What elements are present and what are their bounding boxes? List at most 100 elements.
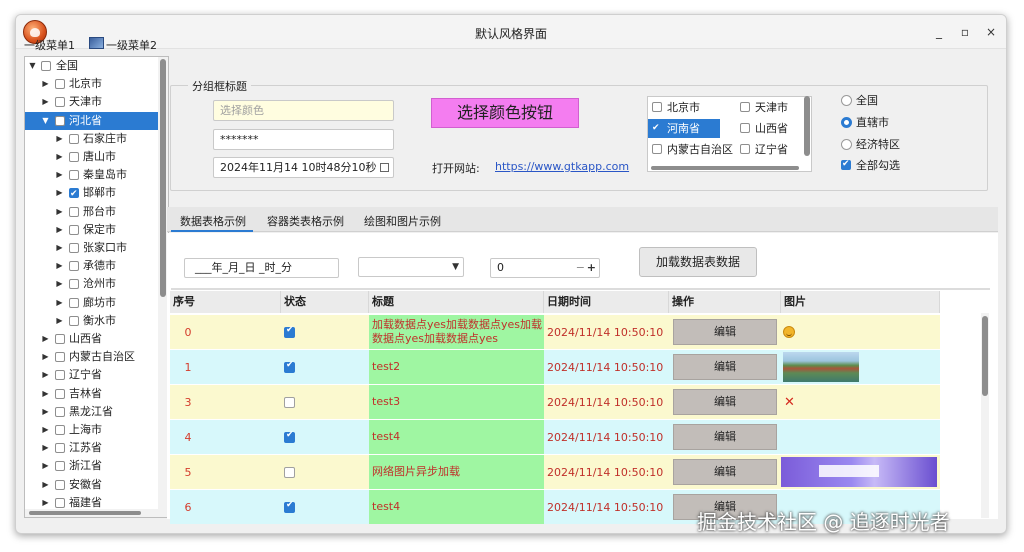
tree-checkbox[interactable] — [55, 370, 65, 381]
select-all-check[interactable] — [841, 157, 851, 171]
tree-checkbox[interactable] — [55, 479, 65, 490]
chevron-right-icon[interactable]: ▶ — [55, 257, 64, 275]
calendar-icon[interactable] — [380, 163, 389, 172]
datetime-field[interactable]: 2024年11月14 10时48分10秒 — [213, 157, 394, 178]
tree-checkbox[interactable] — [55, 497, 65, 508]
radio-button[interactable] — [841, 95, 852, 106]
tree-item[interactable]: ▶ 江苏省 — [25, 439, 158, 457]
tree-checkbox[interactable] — [69, 133, 79, 144]
chevron-right-icon[interactable]: ▶ — [55, 148, 64, 166]
password-field[interactable]: ******* — [213, 129, 394, 150]
menu-item-2[interactable]: 一级菜单2 — [106, 37, 157, 53]
edit-button[interactable]: 编辑 — [673, 354, 777, 380]
combo-arrow-icon[interactable]: ▼ — [452, 262, 459, 272]
tree-checkbox[interactable] — [55, 461, 65, 472]
tree-checkbox[interactable] — [55, 97, 65, 108]
title-cell[interactable]: 网络图片异步加载 — [369, 455, 544, 489]
tree-checkbox[interactable] — [55, 79, 65, 90]
edit-button[interactable]: 编辑 — [673, 319, 777, 345]
chevron-down-icon[interactable]: ▼ — [41, 112, 50, 130]
chevron-right-icon[interactable]: ▶ — [41, 93, 50, 111]
header-datetime[interactable]: 日期时间 — [544, 291, 669, 313]
tree-item[interactable]: ▶ 吉林省 — [25, 385, 158, 403]
tree-item[interactable]: ▶ 张家口市 — [25, 239, 158, 257]
chevron-right-icon[interactable]: ▶ — [55, 294, 64, 312]
title-cell[interactable]: test4 — [369, 420, 544, 454]
tree-checkbox[interactable] — [69, 297, 79, 308]
tree-checkbox[interactable] — [69, 170, 79, 181]
status-checkbox[interactable] — [284, 396, 295, 408]
radio-button[interactable] — [841, 117, 852, 128]
status-checkbox[interactable] — [284, 325, 295, 338]
tree-root[interactable]: ▼ 全国 — [25, 57, 158, 75]
status-checkbox[interactable] — [284, 466, 295, 478]
chevron-right-icon[interactable]: ▶ — [41, 476, 50, 494]
status-checkbox[interactable] — [284, 430, 295, 443]
chevron-right-icon[interactable]: ▶ — [41, 385, 50, 403]
table-scrollbar[interactable] — [981, 313, 989, 518]
header-image[interactable]: 图片 — [781, 291, 940, 313]
tree-item[interactable]: ▶ 北京市 — [25, 75, 158, 93]
tree-item[interactable]: ▶ 山西省 — [25, 330, 158, 348]
tree-item[interactable]: ▶ 石家庄市 — [25, 130, 158, 148]
chevron-right-icon[interactable]: ▶ — [55, 130, 64, 148]
tree-item[interactable]: ▶ 邢台市 — [25, 203, 158, 221]
chevron-right-icon[interactable]: ▶ — [41, 330, 50, 348]
table-row[interactable]: 4 test42024/11/14 10:50:10 编辑 — [170, 420, 940, 454]
tree-item[interactable]: ▼ 河北省 — [25, 111, 158, 130]
tree-item[interactable]: ▶ 沧州市 — [25, 275, 158, 293]
tree-item[interactable]: ▶ 内蒙古自治区 — [25, 348, 158, 366]
tree-checkbox[interactable] — [69, 224, 79, 235]
chevron-right-icon[interactable]: ▶ — [55, 221, 64, 239]
chevron-right-icon[interactable]: ▶ — [41, 75, 50, 93]
tree-checkbox[interactable] — [69, 279, 79, 290]
province-item[interactable]: 山西省 — [736, 119, 808, 138]
table-row[interactable]: 0 加载数据点yes加载数据点yes加载数据点yes加载数据点yes2024/11… — [170, 315, 940, 349]
title-cell[interactable]: 加载数据点yes加载数据点yes加载数据点yes加载数据点yes — [369, 315, 544, 349]
spin-box[interactable]: 0 − + — [490, 258, 600, 278]
header-action[interactable]: 操作 — [669, 291, 781, 313]
tree-checkbox[interactable] — [55, 334, 65, 344]
tree-item[interactable]: ▶ 邯郸市 — [25, 184, 158, 203]
tree-h-scrollbar[interactable] — [25, 509, 158, 517]
tree-item[interactable]: ▶ 辽宁省 — [25, 366, 158, 384]
tree-item[interactable]: ▶ 保定市 — [25, 221, 158, 239]
site-link[interactable]: https://www.gtkapp.com — [495, 160, 629, 173]
spin-decrement-button[interactable]: − — [576, 259, 585, 277]
tree-checkbox[interactable] — [69, 243, 79, 253]
tree-checkbox[interactable] — [55, 443, 65, 454]
radio-button[interactable] — [841, 139, 852, 150]
tree-scroll-thumb[interactable] — [160, 59, 166, 297]
chevron-right-icon[interactable]: ▶ — [55, 203, 64, 221]
tree-checkbox[interactable] — [55, 406, 65, 417]
data-table[interactable]: 序号 状态 标题 日期时间 操作 图片 0 加载数据点yes加载数据点yes加载数… — [170, 291, 940, 534]
title-cell[interactable]: test3 — [369, 385, 544, 419]
table-row[interactable]: 3 test3 2024/11/14 10:50:10 编辑 ✕ — [170, 385, 940, 419]
menu-item-1[interactable]: 一级菜单1 — [24, 37, 75, 53]
tree-checkbox[interactable] — [69, 152, 79, 162]
province-item[interactable]: 天津市 — [736, 98, 808, 117]
edit-button[interactable]: 编辑 — [673, 389, 777, 415]
tree-checkbox[interactable] — [55, 388, 65, 399]
tree-h-scroll-thumb[interactable] — [29, 511, 141, 515]
edit-button[interactable]: 编辑 — [673, 424, 777, 450]
tree-item[interactable]: ▶ 天津市 — [25, 93, 158, 111]
select-color-button[interactable]: 选择颜色按钮 — [431, 98, 579, 128]
spin-increment-button[interactable]: + — [587, 259, 596, 277]
province-item[interactable]: 北京市 — [648, 98, 720, 117]
tree-checkbox[interactable] — [55, 425, 65, 435]
province-tree[interactable]: ▼ 全国 ▶北京市▶天津市▼河北省▶石家庄市▶唐山市▶秦皇岛市▶邯郸市▶邢台市▶… — [24, 56, 169, 518]
province-h-scroll-thumb[interactable] — [651, 166, 799, 170]
tree-item[interactable]: ▶ 廊坊市 — [25, 294, 158, 312]
table-scroll-thumb[interactable] — [982, 316, 988, 396]
header-title[interactable]: 标题 — [369, 291, 544, 313]
province-checkbox[interactable] — [652, 102, 662, 112]
province-checkbox[interactable] — [652, 144, 662, 154]
status-checkbox[interactable] — [284, 360, 295, 373]
province-item[interactable]: 内蒙古自治区 — [648, 140, 736, 159]
tree-checkbox[interactable] — [69, 206, 79, 217]
tree-checkbox[interactable] — [69, 315, 79, 326]
province-checkbox[interactable] — [740, 123, 750, 133]
tree-checkbox[interactable] — [69, 185, 79, 203]
tree-checkbox[interactable] — [69, 261, 79, 272]
